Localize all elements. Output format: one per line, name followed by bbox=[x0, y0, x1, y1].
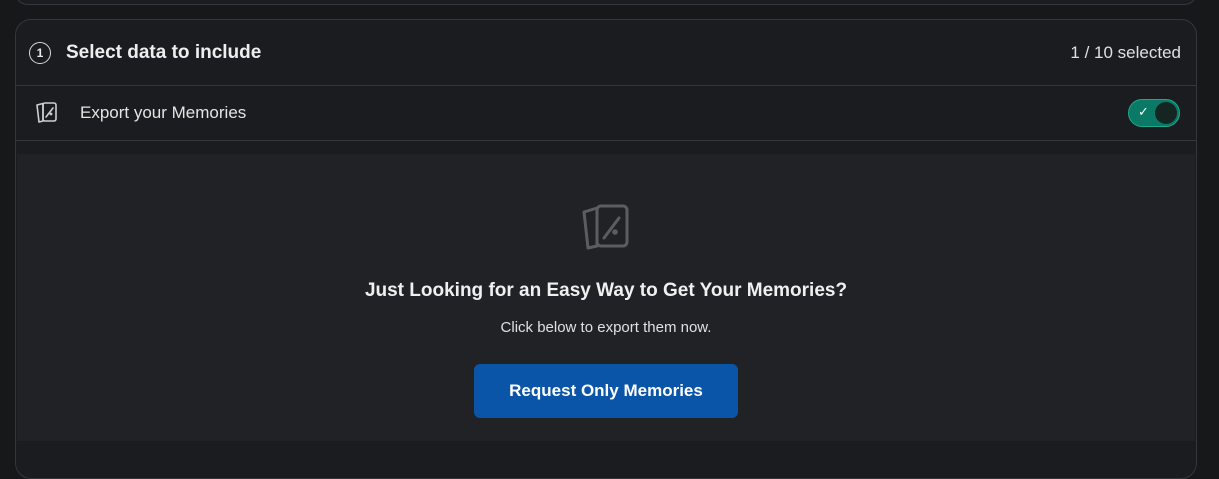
memories-icon bbox=[34, 100, 60, 126]
toggle-knob bbox=[1155, 102, 1177, 124]
panel-title: Just Looking for an Easy Way to Get Your… bbox=[364, 280, 848, 301]
section-header: 1 Select data to include 1 / 10 selected bbox=[16, 20, 1196, 86]
section-title: Select data to include bbox=[66, 41, 262, 63]
selected-count: 1 / 10 selected bbox=[1070, 42, 1181, 62]
check-icon: ✓ bbox=[1138, 104, 1149, 119]
panel-subtitle: Click below to export them now. bbox=[500, 319, 712, 336]
export-memories-toggle[interactable]: ✓ bbox=[1128, 99, 1180, 127]
request-only-memories-button[interactable]: Request Only Memories bbox=[474, 364, 738, 418]
memories-icon bbox=[579, 200, 633, 254]
export-memories-label: Export your Memories bbox=[80, 103, 247, 122]
export-memories-row[interactable]: Export your Memories ✓ bbox=[16, 86, 1196, 141]
previous-card-edge bbox=[15, 0, 1197, 5]
select-data-card: 1 Select data to include 1 / 10 selected… bbox=[15, 19, 1197, 479]
step-number: 1 bbox=[36, 45, 44, 60]
step-number-badge: 1 bbox=[29, 41, 51, 64]
memories-only-panel: Just Looking for an Easy Way to Get Your… bbox=[17, 154, 1195, 441]
